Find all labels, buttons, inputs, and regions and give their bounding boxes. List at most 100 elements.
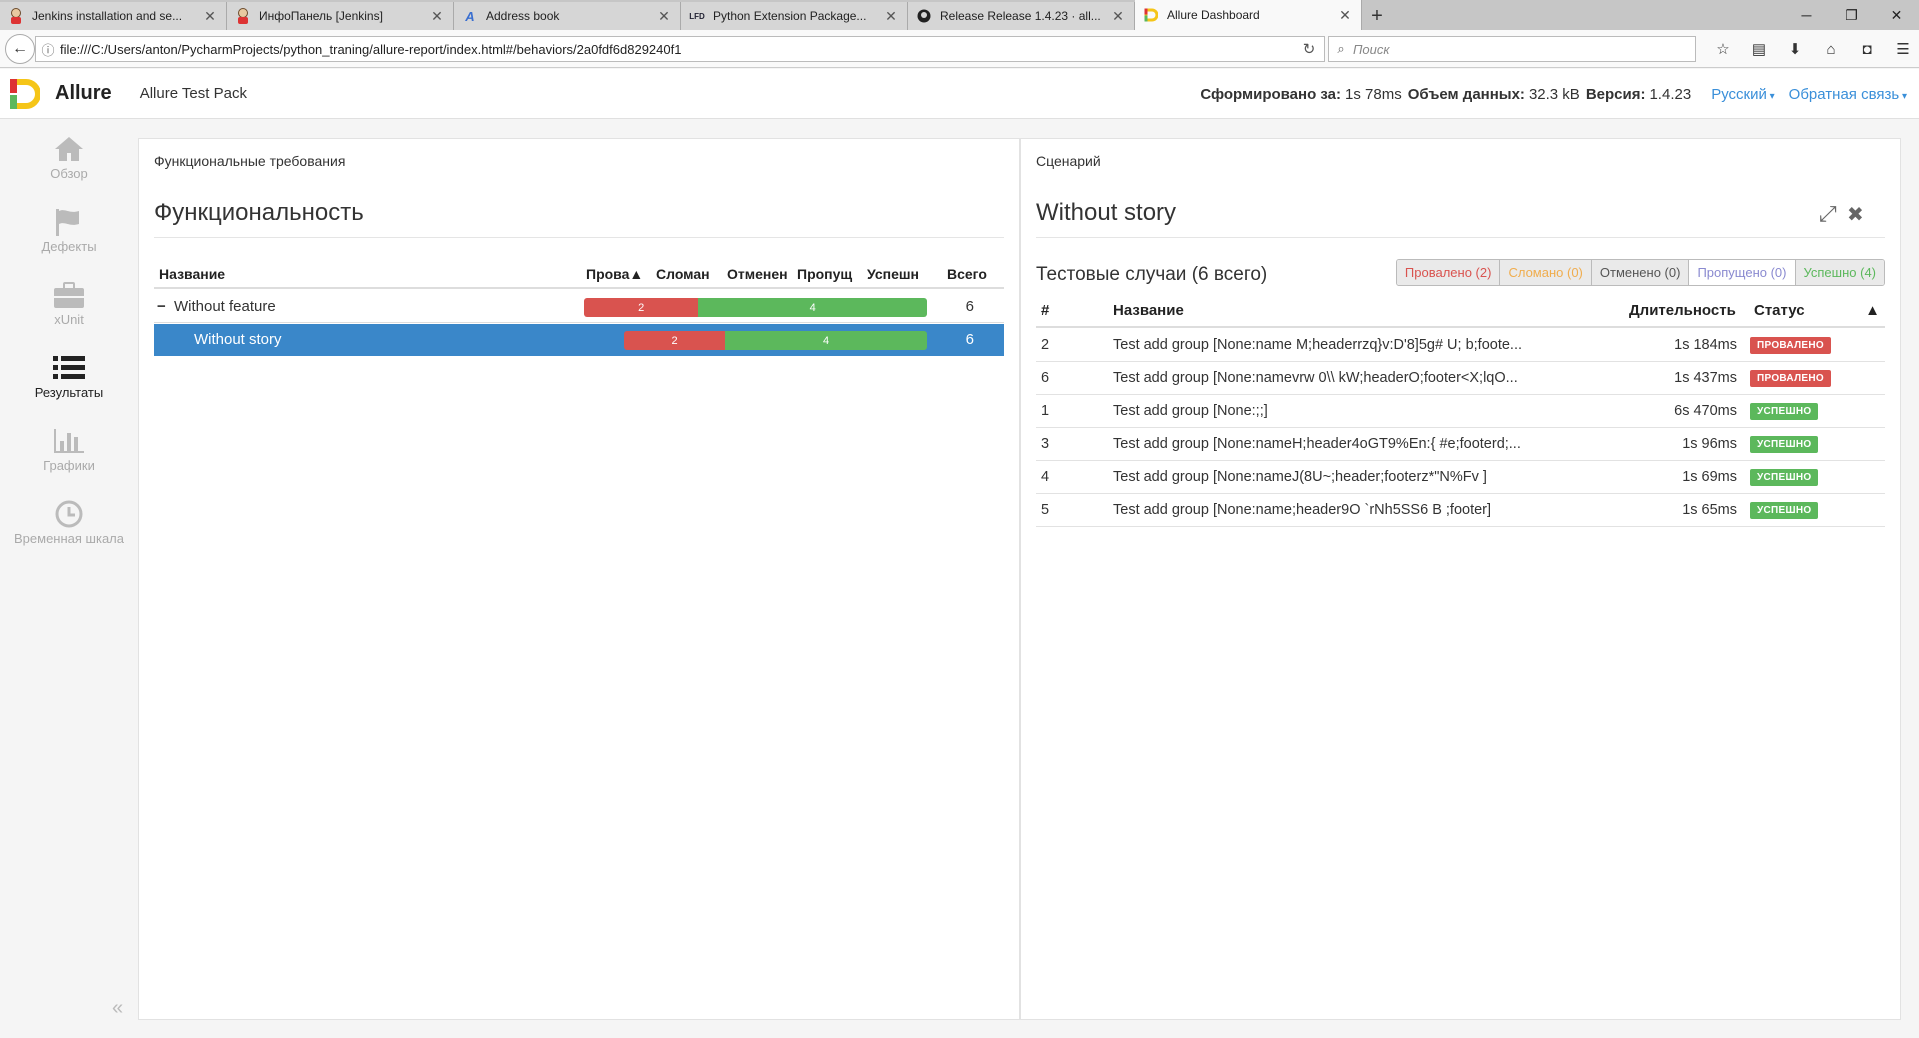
case-duration: 1s 69ms xyxy=(1682,469,1737,485)
download-icon[interactable]: ⬇ xyxy=(1777,36,1813,62)
table-row[interactable]: 1 Test add group [None:;;] 6s 470ms УСПЕ… xyxy=(1036,395,1885,428)
tab-title: Python Extension Package... xyxy=(713,9,867,23)
feedback-link[interactable]: Обратная связь ▾ xyxy=(1789,86,1907,103)
report-meta: Сформировано за: 1s 78ms Объем данных: 3… xyxy=(1200,69,1919,119)
collapse-icon[interactable]: − xyxy=(157,298,166,315)
status-bar-failed: 2 xyxy=(584,298,699,317)
size-label: Объем данных: xyxy=(1407,85,1525,103)
reading-list-icon[interactable]: ▤ xyxy=(1741,36,1777,62)
case-duration: 6s 470ms xyxy=(1674,403,1737,419)
filter-passed[interactable]: Успешно (4) xyxy=(1795,260,1884,285)
column-duration[interactable]: Длительность xyxy=(1629,302,1736,319)
close-window-icon[interactable]: ✕ xyxy=(1874,0,1919,30)
browser-tab[interactable]: ИнфоПанель [Jenkins] ✕ xyxy=(227,2,454,30)
case-num: 3 xyxy=(1041,436,1050,452)
url-text: file:///C:/Users/anton/PycharmProjects/p… xyxy=(60,41,682,57)
size-value: 32.3 kB xyxy=(1528,85,1580,103)
divider xyxy=(1036,237,1885,238)
sidebar-item-xunit[interactable]: xUnit xyxy=(0,266,138,339)
column-broken[interactable]: Сломан xyxy=(656,266,710,282)
sort-asc-icon[interactable]: ▲ xyxy=(1865,302,1880,319)
close-icon[interactable]: ✕ xyxy=(1337,7,1353,24)
expand-icon[interactable]: ⤢ xyxy=(1819,201,1837,227)
generated-value: 1s 78ms xyxy=(1345,85,1402,103)
divider xyxy=(154,237,1004,238)
close-icon[interactable]: ✕ xyxy=(883,8,899,25)
filter-pending[interactable]: Пропущено (0) xyxy=(1689,260,1796,285)
case-name: Test add group [None:name;header9O `rNh5… xyxy=(1113,502,1492,518)
browser-tab-active[interactable]: Allure Dashboard ✕ xyxy=(1135,0,1362,30)
column-pending[interactable]: Пропущ xyxy=(797,266,858,282)
filter-failed[interactable]: Провалено (2) xyxy=(1396,260,1501,285)
sidebar-item-overview[interactable]: Обзор xyxy=(0,120,138,193)
table-row[interactable]: 3 Test add group [None:nameH;header4oGT9… xyxy=(1036,428,1885,461)
bookmark-star-icon[interactable]: ☆ xyxy=(1705,36,1741,62)
sidebar-item-results[interactable]: Результаты xyxy=(0,339,138,412)
table-row[interactable]: 2 Test add group [None:name M;headerrzq}… xyxy=(1036,329,1885,362)
case-name: Test add group [None:nameH;header4oGT9%E… xyxy=(1113,436,1521,452)
table-row[interactable]: 6 Test add group [None:namevrw 0\\ kW;he… xyxy=(1036,362,1885,395)
allure-logo-icon[interactable] xyxy=(10,78,41,109)
back-button[interactable]: ← xyxy=(5,33,35,64)
status-bar: 2 4 xyxy=(584,298,927,317)
row-total: 6 xyxy=(965,298,974,315)
sidebar-item-graphs[interactable]: Графики xyxy=(0,412,138,485)
feature-row[interactable]: − Without feature 2 4 6 xyxy=(154,291,1004,323)
case-name: Test add group [None:name M;headerrzq}v:… xyxy=(1113,337,1523,353)
column-name[interactable]: Название xyxy=(1113,302,1184,319)
restore-icon[interactable]: ❐ xyxy=(1829,0,1874,30)
language-label: Русский xyxy=(1711,85,1767,103)
close-icon[interactable]: ✕ xyxy=(202,8,218,25)
browser-tab[interactable]: A Address book ✕ xyxy=(454,2,681,30)
sidebar-item-label: Результаты xyxy=(34,385,104,400)
language-dropdown[interactable]: Русский ▾ xyxy=(1711,86,1774,103)
column-name[interactable]: Название xyxy=(159,266,225,282)
table-row[interactable]: 4 Test add group [None:nameJ(8U~;header;… xyxy=(1036,461,1885,494)
case-name: Test add group [None:namevrw 0\\ kW;head… xyxy=(1113,370,1518,386)
status-bar-passed: 4 xyxy=(698,298,927,317)
browser-nav-bar: ← ⓘ file:///C:/Users/anton/PycharmProjec… xyxy=(0,30,1919,68)
column-failed[interactable]: Прова▲ xyxy=(586,266,641,282)
search-input[interactable]: ⌕ Поиск xyxy=(1328,36,1696,62)
address-book-icon: A xyxy=(465,8,475,24)
briefcase-icon xyxy=(52,278,86,312)
lfd-icon: LFD xyxy=(689,11,705,21)
row-total: 6 xyxy=(965,331,974,348)
column-status[interactable]: Статус xyxy=(1754,302,1805,319)
search-placeholder: Поиск xyxy=(1353,41,1390,57)
page-title: Функциональность xyxy=(154,199,364,226)
menu-icon[interactable]: ☰ xyxy=(1885,36,1919,62)
tab-title: Address book xyxy=(486,9,560,23)
column-passed[interactable]: Успешн xyxy=(867,266,927,282)
close-icon[interactable]: ✕ xyxy=(1110,8,1126,25)
version-value: 1.4.23 xyxy=(1649,85,1692,103)
bar-chart-icon xyxy=(52,424,86,458)
browser-tab[interactable]: Jenkins installation and se... ✕ xyxy=(0,2,227,30)
column-num[interactable]: # xyxy=(1041,302,1049,319)
version-label: Версия: xyxy=(1585,85,1646,103)
browser-tab[interactable]: Release Release 1.4.23 · all... ✕ xyxy=(908,2,1135,30)
sidebar: Обзор Дефекты xUnit Результаты Графики В… xyxy=(0,120,138,1038)
pocket-icon[interactable]: ◘ xyxy=(1849,36,1885,62)
filter-broken[interactable]: Сломано (0) xyxy=(1500,260,1592,285)
new-tab-button[interactable]: + xyxy=(1362,2,1392,30)
case-duration: 1s 65ms xyxy=(1682,502,1737,518)
browser-tab[interactable]: LFD Python Extension Package... ✕ xyxy=(681,2,908,30)
sidebar-item-defects[interactable]: Дефекты xyxy=(0,193,138,266)
home-icon[interactable]: ⌂ xyxy=(1813,36,1849,62)
collapse-sidebar-icon[interactable]: « xyxy=(112,997,123,1020)
story-row-selected[interactable]: Without story 2 4 6 xyxy=(154,324,1004,356)
filter-canceled[interactable]: Отменено (0) xyxy=(1591,260,1690,285)
brand-name[interactable]: Allure xyxy=(55,82,112,105)
column-canceled[interactable]: Отменен xyxy=(727,266,788,282)
reload-icon[interactable]: ↻ xyxy=(1294,40,1324,58)
column-total[interactable]: Всего xyxy=(947,266,987,282)
table-row[interactable]: 5 Test add group [None:name;header9O `rN… xyxy=(1036,494,1885,527)
minimize-icon[interactable]: ─ xyxy=(1784,0,1829,30)
sidebar-item-timeline[interactable]: Временная шкала xyxy=(0,485,138,558)
close-icon[interactable]: ✖ xyxy=(1847,202,1864,227)
close-icon[interactable]: ✕ xyxy=(429,8,445,25)
url-bar[interactable]: ⓘ file:///C:/Users/anton/PycharmProjects… xyxy=(35,36,1325,62)
close-icon[interactable]: ✕ xyxy=(656,8,672,25)
info-icon[interactable]: ⓘ xyxy=(36,40,60,59)
